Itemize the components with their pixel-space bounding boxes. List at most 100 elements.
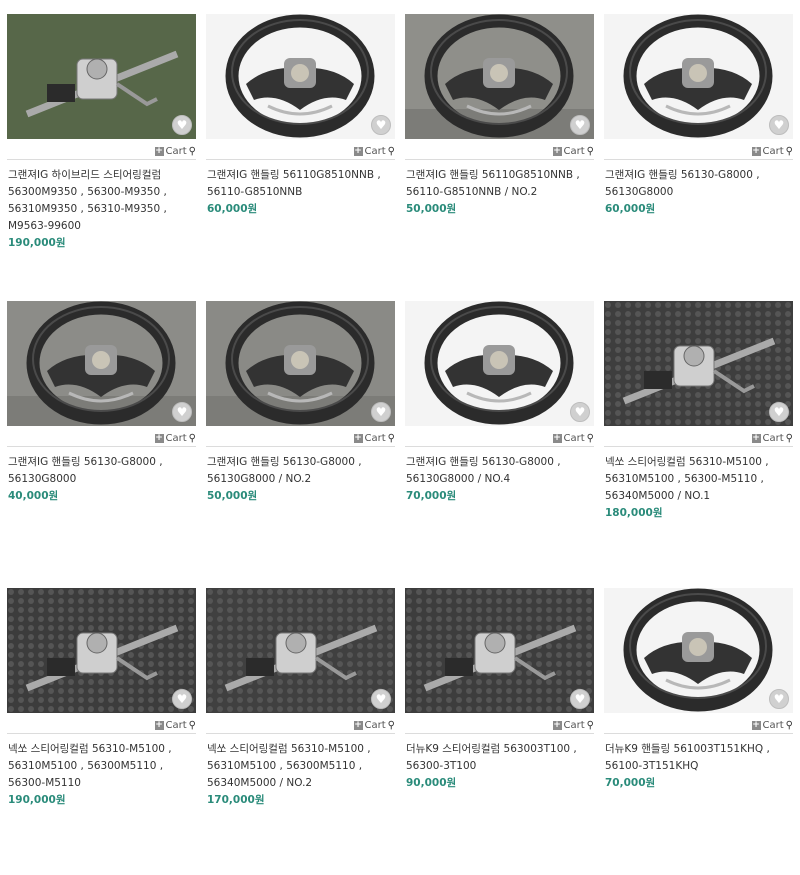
add-to-cart-button[interactable]: + Cart ⚲	[154, 146, 196, 157]
cart-label: Cart	[762, 145, 784, 157]
wishlist-heart-button[interactable]: ♥	[172, 402, 192, 422]
product-name[interactable]: 넥쏘 스티어링컬럼 56310-M5100 , 56310M5100 , 563…	[7, 741, 196, 792]
product-price: 70,000원	[605, 777, 656, 789]
product-card-12[interactable]: ♥ + Cart ⚲ 더뉴K9 핸들링 561003T151KHQ , 5610…	[604, 588, 793, 875]
product-photo[interactable]: ♥	[7, 301, 196, 426]
product-photo[interactable]: ♥	[206, 588, 395, 713]
magnifier-icon[interactable]: ⚲	[189, 433, 196, 444]
product-photo[interactable]: ♥	[206, 301, 395, 426]
add-to-cart-button[interactable]: + Cart ⚲	[154, 432, 196, 444]
product-name[interactable]: 그랜져IG 핸들링 56110G8510NNB , 56110-G8510NNB	[206, 167, 395, 201]
product-image	[405, 588, 594, 713]
product-photo[interactable]: ♥	[604, 14, 793, 139]
product-photo[interactable]: ♥	[405, 588, 594, 713]
heart-icon: ♥	[574, 692, 586, 706]
magnifier-icon[interactable]: ⚲	[189, 720, 196, 731]
wishlist-heart-button[interactable]: ♥	[769, 689, 789, 709]
product-photo[interactable]: ♥	[604, 301, 793, 426]
cart-row: + Cart ⚲	[206, 143, 395, 160]
cart-label: Cart	[563, 432, 585, 444]
product-card-2[interactable]: ♥ + Cart ⚲ 그랜져IG 핸들링 56110G8510NNB , 561…	[206, 14, 395, 301]
product-photo[interactable]: ♥	[604, 588, 793, 713]
cart-row: + Cart ⚲	[405, 717, 594, 734]
wishlist-heart-button[interactable]: ♥	[570, 689, 590, 709]
product-card-6[interactable]: ♥ + Cart ⚲ 그랜져IG 핸들링 56130-G8000 , 56130…	[206, 301, 395, 588]
product-photo[interactable]: ♥	[206, 14, 395, 139]
magnifier-icon[interactable]: ⚲	[388, 720, 395, 731]
product-photo[interactable]: ♥	[7, 14, 196, 139]
product-image	[206, 588, 395, 713]
product-name[interactable]: 그랜져IG 핸들링 56110G8510NNB , 56110-G8510NNB…	[405, 167, 594, 201]
product-name[interactable]: 넥쏘 스티어링컬럼 56310-M5100 , 56310M5100 , 563…	[604, 454, 793, 505]
product-card-9[interactable]: ♥ + Cart ⚲ 넥쏘 스티어링컬럼 56310-M5100 , 56310…	[7, 588, 196, 875]
wishlist-heart-button[interactable]: ♥	[769, 402, 789, 422]
magnifier-icon[interactable]: ⚲	[587, 720, 594, 731]
product-name[interactable]: 그랜져IG 핸들링 56130-G8000 , 56130G8000 / NO.…	[405, 454, 594, 488]
plus-icon: +	[751, 719, 761, 730]
product-name[interactable]: 더뉴K9 핸들링 561003T151KHQ , 56100-3T151KHQ	[604, 741, 793, 775]
cart-row: + Cart ⚲	[405, 143, 594, 160]
add-to-cart-button[interactable]: + Cart ⚲	[751, 145, 793, 157]
add-to-cart-button[interactable]: + Cart ⚲	[353, 145, 395, 157]
add-to-cart-button[interactable]: + Cart ⚲	[353, 719, 395, 731]
heart-icon: ♥	[574, 118, 586, 132]
magnifier-icon[interactable]: ⚲	[388, 433, 395, 444]
plus-icon: +	[751, 432, 761, 443]
add-to-cart-button[interactable]: + Cart ⚲	[353, 432, 395, 444]
magnifier-icon[interactable]: ⚲	[587, 146, 594, 157]
product-photo[interactable]: ♥	[405, 301, 594, 426]
cart-label: Cart	[364, 719, 386, 731]
product-card-8[interactable]: ♥ + Cart ⚲ 넥쏘 스티어링컬럼 56310-M5100 , 56310…	[604, 301, 793, 588]
cart-label: Cart	[364, 145, 386, 157]
product-card-10[interactable]: ♥ + Cart ⚲ 넥쏘 스티어링컬럼 56310-M5100 , 56310…	[206, 588, 395, 875]
cart-row: + Cart ⚲	[206, 430, 395, 447]
magnifier-icon[interactable]: ⚲	[189, 146, 196, 157]
wishlist-heart-button[interactable]: ♥	[172, 115, 192, 135]
product-card-5[interactable]: ♥ + Cart ⚲ 그랜져IG 핸들링 56130-G8000 , 56130…	[7, 301, 196, 588]
product-name[interactable]: 그랜져IG 핸들링 56130-G8000 , 56130G8000 / NO.…	[206, 454, 395, 488]
product-photo[interactable]: ♥	[405, 14, 594, 139]
magnifier-icon[interactable]: ⚲	[786, 433, 793, 444]
product-card-11[interactable]: ♥ + Cart ⚲ 더뉴K9 스티어링컬럼 563003T100 , 5630…	[405, 588, 594, 875]
add-to-cart-button[interactable]: + Cart ⚲	[552, 145, 594, 157]
add-to-cart-button[interactable]: + Cart ⚲	[552, 432, 594, 444]
product-name[interactable]: 그랜져IG 핸들링 56130-G8000 , 56130G8000	[7, 454, 196, 488]
wishlist-heart-button[interactable]: ♥	[769, 115, 789, 135]
magnifier-icon[interactable]: ⚲	[388, 146, 395, 157]
heart-icon: ♥	[176, 118, 188, 132]
product-name[interactable]: 더뉴K9 스티어링컬럼 563003T100 , 56300-3T100	[405, 741, 594, 775]
product-image	[604, 14, 793, 139]
heart-icon: ♥	[773, 692, 785, 706]
wishlist-heart-button[interactable]: ♥	[371, 115, 391, 135]
magnifier-icon[interactable]: ⚲	[587, 433, 594, 444]
add-to-cart-button[interactable]: + Cart ⚲	[751, 432, 793, 444]
product-card-7[interactable]: ♥ + Cart ⚲ 그랜져IG 핸들링 56130-G8000 , 56130…	[405, 301, 594, 588]
cart-label: Cart	[364, 432, 386, 444]
product-photo[interactable]: ♥	[7, 588, 196, 713]
add-to-cart-button[interactable]: + Cart ⚲	[751, 719, 793, 731]
product-image	[405, 14, 594, 139]
product-card-1[interactable]: ♥ + Cart ⚲ 그랜져IG 하이브리드 스티어링컬럼 56300M9350…	[7, 14, 196, 301]
product-card-3[interactable]: ♥ + Cart ⚲ 그랜져IG 핸들링 56110G8510NNB , 561…	[405, 14, 594, 301]
wishlist-heart-button[interactable]: ♥	[371, 402, 391, 422]
product-name[interactable]: 그랜져IG 핸들링 56130-G8000 , 56130G8000	[604, 167, 793, 201]
product-price: 180,000원	[605, 507, 663, 519]
product-image	[206, 301, 395, 426]
wishlist-heart-button[interactable]: ♥	[371, 689, 391, 709]
magnifier-icon[interactable]: ⚲	[786, 720, 793, 731]
cart-row: + Cart ⚲	[604, 143, 793, 160]
add-to-cart-button[interactable]: + Cart ⚲	[552, 720, 594, 731]
product-name[interactable]: 넥쏘 스티어링컬럼 56310-M5100 , 56310M5100 , 563…	[206, 741, 395, 792]
magnifier-icon[interactable]: ⚲	[786, 146, 793, 157]
wishlist-heart-button[interactable]: ♥	[172, 689, 192, 709]
product-price: 190,000원	[8, 794, 66, 806]
add-to-cart-button[interactable]: + Cart ⚲	[154, 720, 196, 731]
product-card-4[interactable]: ♥ + Cart ⚲ 그랜져IG 핸들링 56130-G8000 , 56130…	[604, 14, 793, 301]
cart-row: + Cart ⚲	[206, 717, 395, 734]
wishlist-heart-button[interactable]: ♥	[570, 402, 590, 422]
product-name[interactable]: 그랜져IG 하이브리드 스티어링컬럼 56300M9350 , 56300-M9…	[7, 167, 196, 235]
heart-icon: ♥	[773, 118, 785, 132]
cart-label: Cart	[165, 432, 187, 444]
wishlist-heart-button[interactable]: ♥	[570, 115, 590, 135]
plus-icon: +	[552, 145, 562, 156]
